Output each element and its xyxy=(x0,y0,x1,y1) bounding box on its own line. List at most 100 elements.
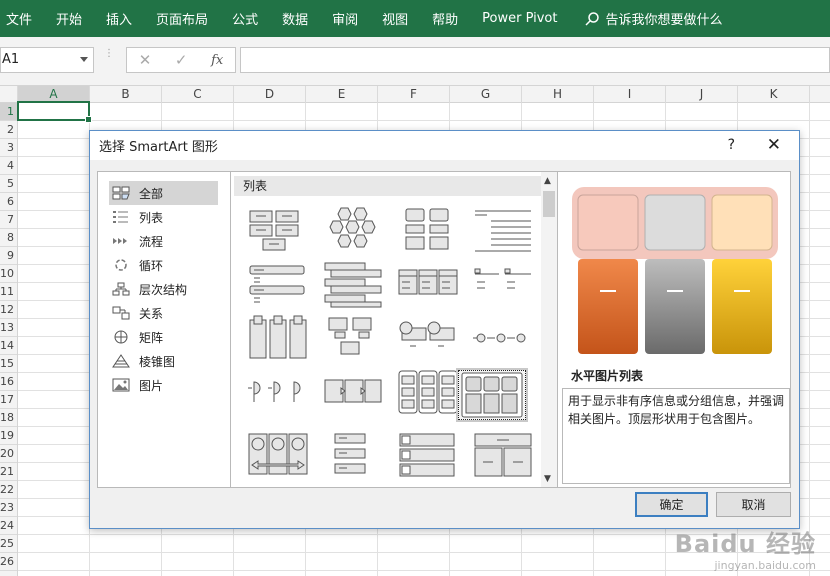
row-header[interactable]: 17 xyxy=(0,391,17,409)
insert-function-button[interactable]: fx xyxy=(211,53,223,68)
row-header[interactable]: 4 xyxy=(0,157,17,175)
row-header[interactable]: 21 xyxy=(0,463,17,481)
row-header[interactable]: 16 xyxy=(0,373,17,391)
category-item[interactable]: 棱锥图 xyxy=(109,349,218,373)
layout-thumb-circle-picture-blocks[interactable] xyxy=(244,430,312,480)
row-header[interactable]: 22 xyxy=(0,481,17,499)
column-header[interactable]: H xyxy=(522,86,594,103)
ribbon-tab[interactable]: 帮助 xyxy=(420,9,470,28)
column-header[interactable]: G xyxy=(450,86,522,103)
row-header[interactable]: 1 xyxy=(0,103,17,121)
row-header[interactable]: 18 xyxy=(0,409,17,427)
column-header[interactable]: J xyxy=(666,86,738,103)
help-button[interactable]: ? xyxy=(728,137,735,153)
cancel-entry-icon[interactable]: ✕ xyxy=(139,51,152,69)
category-item[interactable]: 关系 xyxy=(109,301,218,325)
row-header[interactable]: 5 xyxy=(0,175,17,193)
name-box[interactable]: A1 xyxy=(0,47,94,73)
row-header[interactable]: 15 xyxy=(0,355,17,373)
layout-thumb-target-list[interactable] xyxy=(394,430,462,480)
layout-thumb-table-list[interactable] xyxy=(469,430,537,480)
tell-me-search[interactable]: 告诉我你想要做什么 xyxy=(584,9,723,28)
row-header[interactable]: 2 xyxy=(0,121,17,139)
column-header[interactable]: I xyxy=(594,86,666,103)
row-header[interactable]: 26 xyxy=(0,553,17,571)
column-header[interactable]: F xyxy=(378,86,450,103)
column-header[interactable]: B xyxy=(90,86,162,103)
scroll-thumb[interactable] xyxy=(543,191,555,217)
layout-thumb-circle-accent-list[interactable] xyxy=(394,313,462,363)
row-header[interactable]: 8 xyxy=(0,229,17,247)
layout-thumb-basic-block-list[interactable] xyxy=(244,204,312,254)
layout-thumb-grouped-blocks[interactable] xyxy=(394,367,462,417)
ribbon-tab[interactable]: 审阅 xyxy=(320,9,370,28)
category-label: 全部 xyxy=(139,186,164,201)
layout-thumb-horizontal-bullet-list[interactable] xyxy=(394,259,462,309)
category-item[interactable]: 矩阵 xyxy=(109,325,218,349)
gallery-scrollbar[interactable]: ▲ ▼ xyxy=(541,172,557,487)
scroll-down-icon[interactable]: ▼ xyxy=(544,474,551,484)
layout-thumb-chevron-accent-list[interactable] xyxy=(319,367,387,417)
ribbon-tab[interactable]: 公式 xyxy=(220,9,270,28)
layout-thumb-vertical-box-list[interactable] xyxy=(244,313,312,363)
confirm-entry-icon[interactable]: ✓ xyxy=(175,51,188,69)
row-header[interactable]: 14 xyxy=(0,337,17,355)
hierarchy-icon xyxy=(112,282,130,296)
row-header[interactable]: 25 xyxy=(0,535,17,553)
row-header[interactable]: 6 xyxy=(0,193,17,211)
column-header[interactable]: C xyxy=(162,86,234,103)
category-item[interactable]: 流程 xyxy=(109,229,218,253)
category-item[interactable]: 图片 xyxy=(109,373,218,397)
layout-thumb-square-accent-list[interactable] xyxy=(469,259,537,309)
layout-thumb-vertical-bullet-list[interactable] xyxy=(244,259,312,309)
layout-thumb-trapezoid-list[interactable] xyxy=(319,430,387,480)
row-header[interactable]: 9 xyxy=(0,247,17,265)
row-header[interactable]: 11 xyxy=(0,283,17,301)
selected-cell[interactable] xyxy=(17,101,92,123)
category-item[interactable]: 层次结构 xyxy=(109,277,218,301)
scroll-up-icon[interactable]: ▲ xyxy=(544,176,551,186)
matrix-icon xyxy=(112,330,130,344)
ok-button[interactable]: 确定 xyxy=(635,492,708,517)
category-item[interactable]: 列表 xyxy=(109,205,218,229)
select-all-corner[interactable] xyxy=(0,86,18,103)
formula-input[interactable] xyxy=(240,47,830,73)
row-header[interactable]: 24 xyxy=(0,517,17,535)
layout-thumb-picture-accent-list[interactable] xyxy=(394,204,462,254)
row-header[interactable]: 13 xyxy=(0,319,17,337)
row-header[interactable]: 20 xyxy=(0,445,17,463)
ribbon-tab[interactable]: 开始 xyxy=(44,9,94,28)
layout-thumb-bubble-list[interactable] xyxy=(469,313,537,363)
dialog-title: 选择 SmartArt 图形 xyxy=(99,140,218,155)
cancel-button[interactable]: 取消 xyxy=(716,492,791,517)
row-header[interactable]: 7 xyxy=(0,211,17,229)
column-header[interactable]: E xyxy=(306,86,378,103)
close-button[interactable]: ✕ xyxy=(767,135,781,155)
row-header[interactable]: 23 xyxy=(0,499,17,517)
layout-thumb-lined-list[interactable] xyxy=(469,204,537,254)
category-item[interactable]: 全部 xyxy=(109,181,218,205)
category-item[interactable]: 循环 xyxy=(109,253,218,277)
row-header[interactable]: 12 xyxy=(0,301,17,319)
row-header[interactable]: 10 xyxy=(0,265,17,283)
layout-thumb-stacked-list[interactable] xyxy=(319,259,387,309)
chevron-down-icon[interactable] xyxy=(80,57,88,62)
layout-thumb-titled-picture-blocks[interactable] xyxy=(319,313,387,363)
ribbon-tab[interactable]: 数据 xyxy=(270,9,320,28)
row-header[interactable]: 19 xyxy=(0,427,17,445)
layout-thumb-hexagon-cluster[interactable] xyxy=(319,204,387,254)
ribbon-tab[interactable]: 插入 xyxy=(94,9,144,28)
list-icon xyxy=(112,210,130,224)
drag-handle-icon[interactable]: ⋮ xyxy=(104,49,114,69)
ribbon-tab[interactable]: 页面布局 xyxy=(144,9,220,28)
column-header[interactable]: K xyxy=(738,86,810,103)
row-header[interactable]: 3 xyxy=(0,139,17,157)
ribbon-tab[interactable]: Power Pivot xyxy=(470,11,569,26)
layout-thumb-horizontal-picture-list[interactable] xyxy=(456,368,528,422)
ribbon-tab[interactable]: 文件 xyxy=(0,9,44,28)
tell-me-text: 告诉我你想要做什么 xyxy=(605,13,723,28)
column-header[interactable]: D xyxy=(234,86,306,103)
ribbon-tab[interactable]: 视图 xyxy=(370,9,420,28)
watermark: Baidu 经验 jingyan.baidu.com xyxy=(675,524,816,572)
layout-thumb-half-circle-list[interactable] xyxy=(244,367,312,417)
